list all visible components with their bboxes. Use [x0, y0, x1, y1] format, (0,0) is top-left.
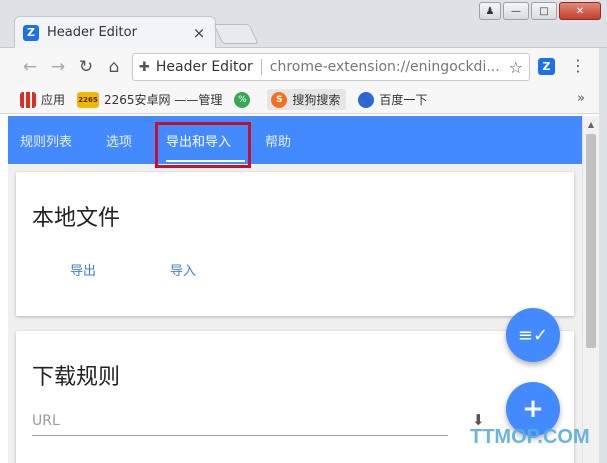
download-rules-title: 下载规则	[32, 365, 121, 390]
tab-help[interactable]: 帮助	[265, 116, 305, 164]
playlist-check-icon: ≡✓	[517, 324, 549, 346]
bookmark-star-icon[interactable]: ☆	[509, 58, 523, 77]
url-input-underline	[32, 435, 448, 436]
browser-toolbar: ← → ↻ ⌂ ✚ Header Editor chrome-extension…	[0, 48, 607, 86]
green-site-icon: %	[234, 91, 251, 108]
browser-tab-header-editor[interactable]: Z Header Editor ×	[14, 16, 216, 48]
address-separator	[260, 59, 262, 75]
url-input[interactable]: URL	[32, 413, 60, 429]
close-window-button[interactable]: ✕	[559, 2, 601, 20]
highlight-box	[155, 122, 251, 168]
local-file-card: 本地文件 导出 导入	[16, 172, 574, 316]
bookmark-apps[interactable]: 应用	[20, 91, 65, 108]
bookmark-baidu[interactable]: 🐾 百度一下	[358, 91, 427, 108]
add-icon: +	[522, 394, 544, 424]
close-tab-icon[interactable]: ×	[191, 24, 207, 42]
extension-page: 规则列表 选项 导出和导入 帮助 本地文件 导出 导入 下载规则 URL ⬇ ≡…	[8, 116, 582, 463]
header-editor-extension-icon[interactable]: Z	[538, 58, 555, 75]
menu-icon[interactable]: ⋮	[570, 56, 586, 75]
back-icon[interactable]: ←	[16, 57, 44, 77]
watermark: TTMOP.COM	[470, 426, 590, 448]
forward-icon[interactable]: →	[44, 57, 72, 77]
bookmark-sogou[interactable]: S 搜狗搜索	[267, 89, 347, 110]
page-scrollbar[interactable]: ▲	[582, 116, 599, 463]
scroll-up-icon[interactable]: ▲	[583, 120, 599, 129]
2265-icon: 2265	[77, 91, 100, 108]
header-editor-icon: Z	[23, 24, 39, 41]
window-controls: ♟ — □ ✕	[479, 2, 601, 20]
tab-title: Header Editor	[47, 25, 137, 40]
bookmark-label: 搜狗搜索	[292, 93, 341, 107]
address-bar[interactable]: ✚ Header Editor chrome-extension://ening…	[132, 53, 530, 81]
local-file-title: 本地文件	[32, 206, 121, 231]
bookmark-label: 应用	[41, 93, 66, 107]
sogou-icon: S	[271, 91, 288, 108]
tab-rules-list[interactable]: 规则列表	[20, 116, 86, 164]
bookmark-2265[interactable]: 2265 2265安卓网 ——管理	[77, 91, 222, 108]
batch-select-fab[interactable]: ≡✓	[506, 308, 560, 362]
window-border	[599, 48, 607, 463]
bookmarks-bar: 应用 2265 2265安卓网 ——管理 % S 搜狗搜索 🐾 百度一下 »	[0, 86, 607, 114]
export-button[interactable]: 导出	[70, 260, 96, 279]
apps-icon	[20, 91, 36, 108]
puzzle-icon: ✚	[139, 59, 150, 75]
import-button[interactable]: 导入	[170, 260, 196, 279]
new-tab-button[interactable]	[213, 24, 259, 44]
baidu-icon: 🐾	[358, 91, 375, 108]
minimize-button[interactable]: —	[503, 2, 529, 20]
site-name: Header Editor	[155, 59, 253, 75]
more-bookmarks-icon[interactable]: »	[577, 91, 585, 106]
url-text: chrome-extension://eningockdi...	[269, 59, 500, 75]
user-icon[interactable]: ♟	[479, 2, 501, 20]
bookmark-label: 2265安卓网 ——管理	[104, 93, 223, 107]
bookmark-label: 百度一下	[379, 93, 428, 107]
reload-icon[interactable]: ↻	[72, 57, 100, 77]
scroll-thumb[interactable]	[586, 134, 596, 348]
maximize-button[interactable]: □	[531, 2, 557, 20]
home-icon[interactable]: ⌂	[100, 57, 128, 77]
tab-options[interactable]: 选项	[106, 116, 146, 164]
window-titlebar: Z Header Editor × ♟ — □ ✕	[0, 0, 607, 48]
bookmark-green-site[interactable]: %	[234, 91, 255, 108]
app-tab-bar: 规则列表 选项 导出和导入 帮助	[8, 116, 582, 164]
